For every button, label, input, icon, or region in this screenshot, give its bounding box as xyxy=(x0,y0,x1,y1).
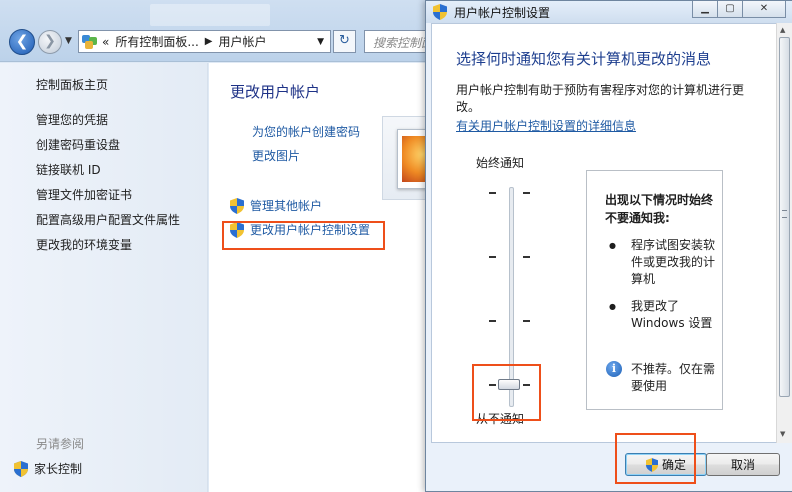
manage-accounts-row[interactable]: 管理其他帐户 xyxy=(230,197,322,214)
dialog-description: 用户帐户控制有助于预防有害程序对您的计算机进行更改。 xyxy=(456,83,745,114)
level-description-panel: 出现以下情况时始终不要通知我: ● 程序试图安装软件或更改我的计算机 ● 我更改… xyxy=(586,170,723,410)
sidebar-item-encryption-certs[interactable]: 管理文件加密证书 xyxy=(36,186,132,203)
dialog-title: 用户帐户控制设置 xyxy=(454,6,551,20)
slider-tick xyxy=(523,256,530,258)
highlight-box-slider xyxy=(472,364,541,421)
back-button[interactable]: ❮ xyxy=(9,29,35,55)
sidebar-item-parental-control[interactable]: 家长控制 xyxy=(14,460,82,477)
cancel-button-label: 取消 xyxy=(730,458,755,472)
breadcrumb-separator-icon[interactable]: ▶ xyxy=(205,36,213,47)
breadcrumb-prefix[interactable]: « xyxy=(102,35,109,49)
shield-icon xyxy=(230,197,244,214)
slider-top-label: 始终通知 xyxy=(476,156,525,170)
info-icon: i xyxy=(606,361,622,377)
panel-heading: 出现以下情况时始终不要通知我: xyxy=(605,193,714,225)
address-bar[interactable]: « 所有控制面板... ▶ 用户帐户 ▼ xyxy=(78,30,331,53)
page-title: 更改用户帐户 xyxy=(230,83,321,101)
slider-tick xyxy=(489,320,496,322)
sidebar-item-advanced-profile[interactable]: 配置高级用户配置文件属性 xyxy=(36,211,180,228)
bullet-text-settings: 我更改了 Windows 设置 xyxy=(631,299,713,330)
slider-tick xyxy=(489,192,496,194)
breadcrumb-user-accounts[interactable]: 用户帐户 xyxy=(219,33,267,50)
see-also-heading: 另请参阅 xyxy=(36,437,85,451)
search-input[interactable]: 搜索控制面板 xyxy=(364,30,434,53)
slider-tick xyxy=(523,320,530,322)
sidebar-item-online-id[interactable]: 链接联机 ID xyxy=(36,161,101,178)
scrollbar-thumb[interactable] xyxy=(779,37,790,397)
maximize-button[interactable]: ▢ xyxy=(717,1,743,18)
sidebar-item-credentials[interactable]: 管理您的凭据 xyxy=(36,111,108,128)
create-password-link[interactable]: 为您的帐户创建密码 xyxy=(252,123,360,140)
refresh-button[interactable]: ↻ xyxy=(333,30,356,53)
forward-button[interactable]: ❯ xyxy=(38,30,62,54)
dialog-title-bar[interactable]: 用户帐户控制设置 ▁ ▢ ✕ xyxy=(426,1,792,23)
bullet-icon: ● xyxy=(609,302,616,311)
sidebar: 控制面板主页 管理您的凭据 创建密码重设盘 链接联机 ID 管理文件加密证书 配… xyxy=(0,63,208,492)
cancel-button[interactable]: 取消 xyxy=(706,453,780,476)
slider-tick xyxy=(489,256,496,258)
recent-pages-dropdown[interactable]: ▼ xyxy=(65,36,72,46)
manage-other-accounts-link[interactable]: 管理其他帐户 xyxy=(250,197,322,214)
scroll-up-icon[interactable]: ▲ xyxy=(780,26,785,34)
address-dropdown-icon[interactable]: ▼ xyxy=(317,37,324,47)
sidebar-item-reset-disk[interactable]: 创建密码重设盘 xyxy=(36,136,120,153)
sidebar-item-env-vars[interactable]: 更改我的环境变量 xyxy=(36,236,132,253)
shield-icon xyxy=(14,460,28,477)
control-panel-icon xyxy=(82,34,98,49)
dialog-heading: 选择何时通知您有关计算机更改的消息 xyxy=(456,50,712,68)
change-picture-link[interactable]: 更改图片 xyxy=(252,147,300,164)
scroll-down-icon[interactable]: ▼ xyxy=(780,430,785,438)
uac-details-link[interactable]: 有关用户帐户控制设置的详细信息 xyxy=(456,117,636,134)
info-text: 不推荐。仅在需要使用 xyxy=(631,362,716,393)
bullet-text-install: 程序试图安装软件或更改我的计算机 xyxy=(631,238,716,286)
shield-icon xyxy=(433,4,447,23)
breadcrumb-all-control-panel[interactable]: 所有控制面板... xyxy=(115,33,198,50)
parental-control-label: 家长控制 xyxy=(34,462,83,476)
main-content: 更改用户帐户 为您的帐户创建密码 更改图片 管理其他帐户 更改用户帐户控制设置 xyxy=(209,63,431,492)
bullet-icon: ● xyxy=(609,241,616,250)
sidebar-item-home[interactable]: 控制面板主页 xyxy=(36,76,108,93)
explorer-toolbar: ❮ ❯ ▼ « 所有控制面板... ▶ 用户帐户 ▼ ↻ 搜索控制面板 xyxy=(0,0,434,62)
highlight-box-uac-link xyxy=(222,221,385,250)
minimize-button[interactable]: ▁ xyxy=(692,1,718,18)
highlight-box-ok xyxy=(615,433,696,484)
close-button[interactable]: ✕ xyxy=(742,1,786,18)
slider-tick xyxy=(523,192,530,194)
user-picture-panel xyxy=(382,116,431,200)
vertical-scrollbar[interactable]: ▲ ▼ xyxy=(776,23,792,443)
